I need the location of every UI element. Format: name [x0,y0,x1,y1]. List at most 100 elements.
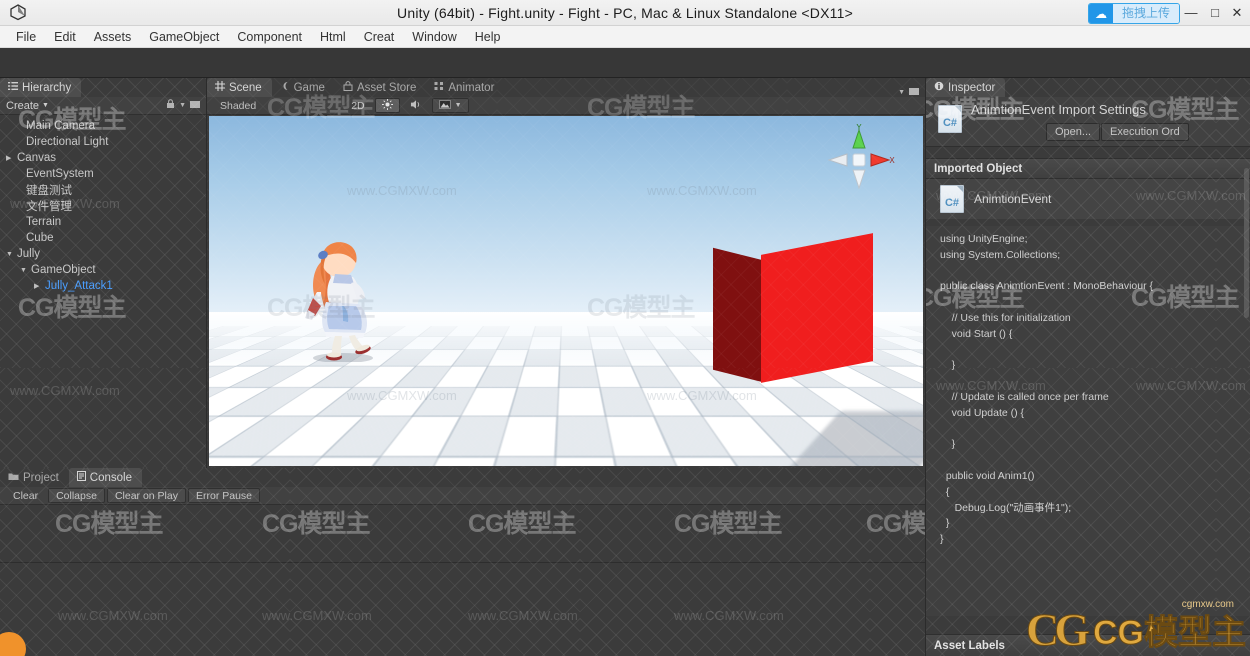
hierarchy-list: ▶Main Camera ▶Directional Light ▶Canvas … [0,116,206,468]
error-pause-label: Error Pause [195,489,253,502]
tab-project-label: Project [23,471,59,484]
menu-item-component[interactable]: Component [229,28,310,46]
chevron-down-icon: ▼ [42,102,49,109]
list-item[interactable]: ▶EventSystem [0,166,206,182]
open-label: Open... [1055,126,1092,138]
image-icon [438,99,451,112]
tab-console[interactable]: Console [68,468,142,487]
tab-hierarchy[interactable]: Hierarchy [0,78,82,97]
clear-label: Clear [13,489,39,502]
error-pause-toggle[interactable]: Error Pause [187,488,261,503]
collapse-toggle[interactable]: Collapse [48,488,105,503]
inspector-scrollbar[interactable] [1244,168,1249,318]
list-item-jully-attack1[interactable]: ▶ Jully_Attack1 [0,278,206,294]
shading-mode-dropdown[interactable]: Shaded [213,98,263,113]
animator-icon [434,81,444,94]
console-log-list[interactable] [0,505,925,656]
open-button[interactable]: Open... [1046,123,1101,141]
upload-button[interactable]: ☁ 拖拽上传 [1087,3,1180,24]
create-dropdown[interactable]: Create ▼ [6,100,49,112]
hierarchy-item-label: Cube [26,232,54,244]
panel-menu-icon[interactable] [190,100,200,112]
main-toolbar: Pivot Local Account ▼ [0,48,1250,122]
close-button[interactable]: ✕ [1224,0,1250,26]
menu-item-assets[interactable]: Assets [86,28,140,46]
hierarchy-item-label: Terrain [26,216,62,228]
toggle-2d-button[interactable]: 2D [344,98,371,113]
clear-on-play-toggle[interactable]: Clear on Play [106,488,186,503]
cg-brand-logo: C G CG模型主 [1025,603,1246,655]
hierarchy-item-label: 键盘测试 [26,185,72,197]
execution-order-button[interactable]: Execution Ord [1101,123,1189,141]
tab-animator-label: Animator [448,81,495,94]
list-item[interactable]: ▼ GameObject [0,262,206,278]
imported-object-header: Imported Object [926,158,1250,179]
hierarchy-toolbar: Create ▼ ▼ [0,97,206,115]
scene-panel: Scene Game Asset Store Animator ▼ Shaded… [207,78,925,468]
menu-item-help[interactable]: Help [467,28,509,46]
tab-scene-label: Scene [229,81,262,94]
scene-view-toolbar: Shaded 2D ▼ [207,97,925,132]
svg-text:Y: Y [856,124,862,132]
list-item[interactable]: ▶Cube [0,230,206,246]
tab-inspector[interactable]: Inspector [926,78,1006,97]
list-item[interactable]: ▼ Jully [0,246,206,262]
list-item[interactable]: ▶Directional Light [0,134,206,150]
inspector-tabstrip: Inspector [926,78,1250,97]
csharp-script-icon: C# [938,105,962,133]
list-item[interactable]: ▶文件管理 [0,198,206,214]
minimize-button[interactable]: — [1178,0,1204,26]
chevron-right-icon[interactable]: ▶ [34,282,45,290]
store-icon [343,81,353,94]
cube-face-left [713,247,763,383]
list-item[interactable]: ▶ Canvas [0,150,206,166]
chevron-right-icon[interactable]: ▶ [6,154,17,162]
lock-icon[interactable] [166,99,175,112]
scene-orientation-gizmo[interactable]: Y X [823,122,895,194]
csharp-script-icon: C# [940,185,964,213]
tab-console-label: Console [89,471,132,484]
console-panel: Project Console Clear Collapse Clear on … [0,468,925,656]
hierarchy-icon [8,81,18,94]
list-item[interactable]: ▶Main Camera [0,118,206,134]
menu-item-window[interactable]: Window [404,28,464,46]
red-cube[interactable] [713,233,875,383]
scene-viewport[interactable]: Y X [209,116,923,466]
execution-order-label: Execution Ord [1110,126,1180,138]
menu-item-file[interactable]: File [8,28,44,46]
menu-bar: File Edit Assets GameObject Component Ht… [0,26,1250,48]
tab-scene[interactable]: Scene [207,78,272,97]
imported-object-row[interactable]: C# AnimtionEvent [926,179,1250,219]
menu-item-html[interactable]: Html [312,28,354,46]
tab-game[interactable]: Game [271,78,335,97]
hierarchy-tabstrip: Hierarchy [0,78,206,97]
shading-mode-label: Shaded [220,99,257,112]
chevron-down-icon[interactable]: ▼ [6,251,17,258]
list-item[interactable]: ▶键盘测试 [0,182,206,198]
console-tabstrip: Project Console [0,468,925,487]
hierarchy-item-label: 文件管理 [26,201,72,213]
list-item[interactable]: ▶Terrain [0,214,206,230]
window-title: Unity (64bit) - Fight.unity - Fight - PC… [397,5,853,21]
hierarchy-item-label: Canvas [17,152,56,164]
create-label: Create [6,99,40,112]
clear-button[interactable]: Clear [5,488,46,503]
console-toolbar: Clear Collapse Clear on Play Error Pause… [0,487,925,522]
menu-item-edit[interactable]: Edit [46,28,84,46]
character-jully[interactable] [299,236,387,363]
menu-item-gameobject[interactable]: GameObject [141,28,227,46]
cg-site-text: cgmxw.com [1181,599,1234,610]
chevron-down-icon[interactable]: ▼ [898,89,905,96]
tab-asset-store[interactable]: Asset Store [334,78,427,97]
script-source-preview: using UnityEngine; using System.Collecti… [926,226,1250,616]
scene-fx-dropdown[interactable]: ▼ [431,98,469,113]
scene-lighting-toggle[interactable] [374,98,400,113]
menu-item-creat[interactable]: Creat [356,28,403,46]
mode-2d-label: 2D [351,99,365,112]
chevron-down-icon[interactable]: ▼ [20,267,31,274]
chevron-down-icon[interactable]: ▼ [179,102,186,109]
tab-project[interactable]: Project [0,468,69,487]
scene-audio-toggle[interactable] [403,98,429,113]
tab-animator[interactable]: Animator [426,78,505,97]
title-bar: Unity (64bit) - Fight.unity - Fight - PC… [0,0,1250,26]
